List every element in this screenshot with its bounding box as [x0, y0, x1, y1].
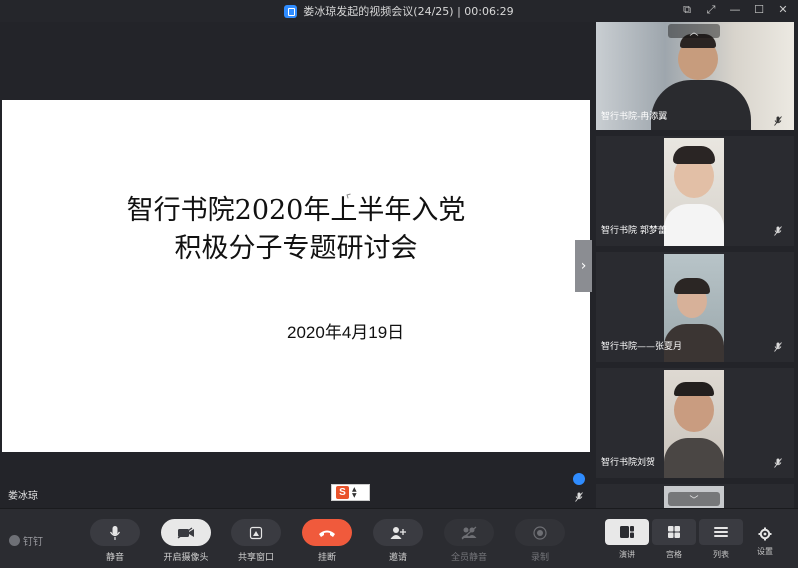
close-icon[interactable]: ✕ [776, 3, 790, 17]
camera-button-bg [161, 519, 211, 546]
shield-lock-icon [284, 4, 298, 18]
share-window-button[interactable]: 共享窗口 [230, 519, 282, 563]
share-button-bg [231, 519, 281, 546]
mic-muted-icon [774, 342, 782, 352]
mute-all-button[interactable]: 全员静音 [443, 519, 495, 563]
participant-name: 智行书院-冉添翼 [601, 112, 668, 122]
sogou-ime-icon: S [336, 486, 349, 499]
participant-tile[interactable]: ﹀ [596, 484, 794, 508]
add-user-icon [390, 526, 406, 539]
camera-off-icon [177, 526, 194, 539]
mute-all-button-bg [444, 519, 494, 546]
mic-muted-icon [774, 226, 782, 236]
share-window-icon[interactable]: ⧉ [680, 3, 694, 17]
participant-name: 智行书院——张夏月 [601, 342, 683, 352]
brand-name: 钉钉 [23, 537, 43, 548]
camera-label: 开启摄像头 [163, 553, 209, 563]
chevron-right-icon[interactable]: › [575, 240, 592, 292]
hangup-button-bg [302, 519, 352, 546]
invite-button-bg [373, 519, 423, 546]
invite-button[interactable]: 邀请 [372, 519, 424, 563]
meeting-title: 娄冰琼发起的视频会议(24/25) | 00:06:29 [303, 5, 514, 18]
participant-tile[interactable]: 智行书院 郭梦蕾 [596, 136, 794, 246]
participant-name: 智行书院刘贺 [601, 458, 656, 468]
hangup-label: 挂断 [317, 553, 336, 563]
participant-tile[interactable]: 智行书院刘贺 [596, 368, 794, 478]
settings-button[interactable]: 设置 [757, 527, 773, 557]
main-stage: 智行书院2020年上半年入党 积极分子专题研讨会 2020年4月19日 › 娄冰… [0, 22, 592, 508]
dingtalk-logo-icon [9, 535, 20, 546]
scroll-down-icon[interactable]: ﹀ [668, 492, 720, 506]
mute-button[interactable]: 静音 [89, 519, 141, 563]
record-button[interactable]: 录制 [514, 519, 566, 563]
minimize-icon[interactable]: — [728, 3, 742, 17]
mic-muted-icon [774, 458, 782, 468]
lecture-layout-icon [620, 526, 634, 538]
slide-title-line2: 积极分子专题研讨会 [174, 233, 418, 264]
mute-button-bg [90, 519, 140, 546]
mute-all-icon [461, 526, 477, 539]
window-controls: ⧉ ⤢ — ☐ ✕ [680, 3, 790, 17]
settings-label: 设置 [757, 547, 773, 556]
participant-video [664, 138, 724, 246]
view-lecture-button[interactable]: 演讲 [605, 519, 649, 563]
slide-title-line1: 智行书院2020年上半年入党 [126, 195, 466, 226]
ime-arrows-icon: ▲ ▼ [352, 485, 357, 499]
slide-date: 2020年4月19日 [287, 323, 405, 342]
participant-body [664, 438, 724, 478]
meeting-toolbar: 钉钉 静音 开启摄像头 共享窗口 挂断 邀请 全员静音 录制 演讲 宫格 列表 … [0, 508, 798, 568]
gear-icon [758, 527, 772, 541]
brand: 钉钉 [9, 533, 43, 548]
speaker-name: 娄冰琼 [8, 491, 38, 502]
participant-tile[interactable]: ︿ 智行书院-冉添翼 [596, 22, 794, 130]
participant-hair [674, 278, 710, 294]
view-grid-label: 宫格 [666, 550, 682, 559]
view-lecture-label: 演讲 [619, 550, 635, 559]
participant-name: 智行书院 郭梦蕾 [601, 226, 667, 236]
participant-list[interactable]: ︿ 智行书院-冉添翼 智行书院 郭梦蕾 智行书院——张夏月 智行书院刘贺 ﹀ [596, 22, 798, 508]
share-label: 共享窗口 [237, 553, 274, 563]
mic-muted-icon [575, 492, 583, 502]
view-list-label: 列表 [713, 550, 729, 559]
view-grid-bg [652, 519, 696, 545]
chat-bubble-icon[interactable] [573, 473, 585, 485]
share-screen-icon [249, 526, 263, 539]
participant-body [664, 204, 724, 246]
grid-layout-icon [668, 526, 680, 538]
list-layout-icon [714, 527, 728, 537]
title-bar: 娄冰琼发起的视频会议(24/25) | 00:06:29 ⧉ ⤢ — ☐ ✕ [0, 0, 798, 22]
participant-video [664, 370, 724, 478]
camera-button[interactable]: 开启摄像头 [160, 519, 212, 563]
participant-hair [674, 382, 714, 396]
mic-muted-icon [774, 116, 782, 126]
record-label: 录制 [530, 553, 549, 563]
shared-slide: 智行书院2020年上半年入党 积极分子专题研讨会 2020年4月19日 [2, 100, 590, 452]
participant-hair [673, 146, 715, 164]
mute-label: 静音 [105, 553, 124, 563]
scroll-up-icon[interactable]: ︿ [668, 24, 720, 38]
participant-tile[interactable]: 智行书院——张夏月 [596, 252, 794, 362]
hangup-button[interactable]: 挂断 [301, 519, 353, 563]
record-button-bg [515, 519, 565, 546]
participant-body [651, 80, 751, 130]
microphone-icon [109, 525, 121, 540]
mute-all-label: 全员静音 [450, 553, 487, 563]
meeting-window: 娄冰琼发起的视频会议(24/25) | 00:06:29 ⧉ ⤢ — ☐ ✕ 智… [0, 0, 798, 568]
view-list-button[interactable]: 列表 [699, 519, 743, 563]
maximize-icon[interactable]: ☐ [752, 3, 766, 17]
view-grid-button[interactable]: 宫格 [652, 519, 696, 563]
record-icon [533, 525, 547, 540]
view-list-bg [699, 519, 743, 545]
view-lecture-bg [605, 519, 649, 545]
invite-label: 邀请 [388, 553, 407, 563]
fullscreen-icon[interactable]: ⤢ [704, 3, 718, 17]
ime-toolbar[interactable]: S ▲ ▼ [331, 484, 370, 501]
slide-title: 智行书院2020年上半年入党 积极分子专题研讨会 [2, 192, 590, 268]
hangup-phone-icon [319, 530, 335, 537]
